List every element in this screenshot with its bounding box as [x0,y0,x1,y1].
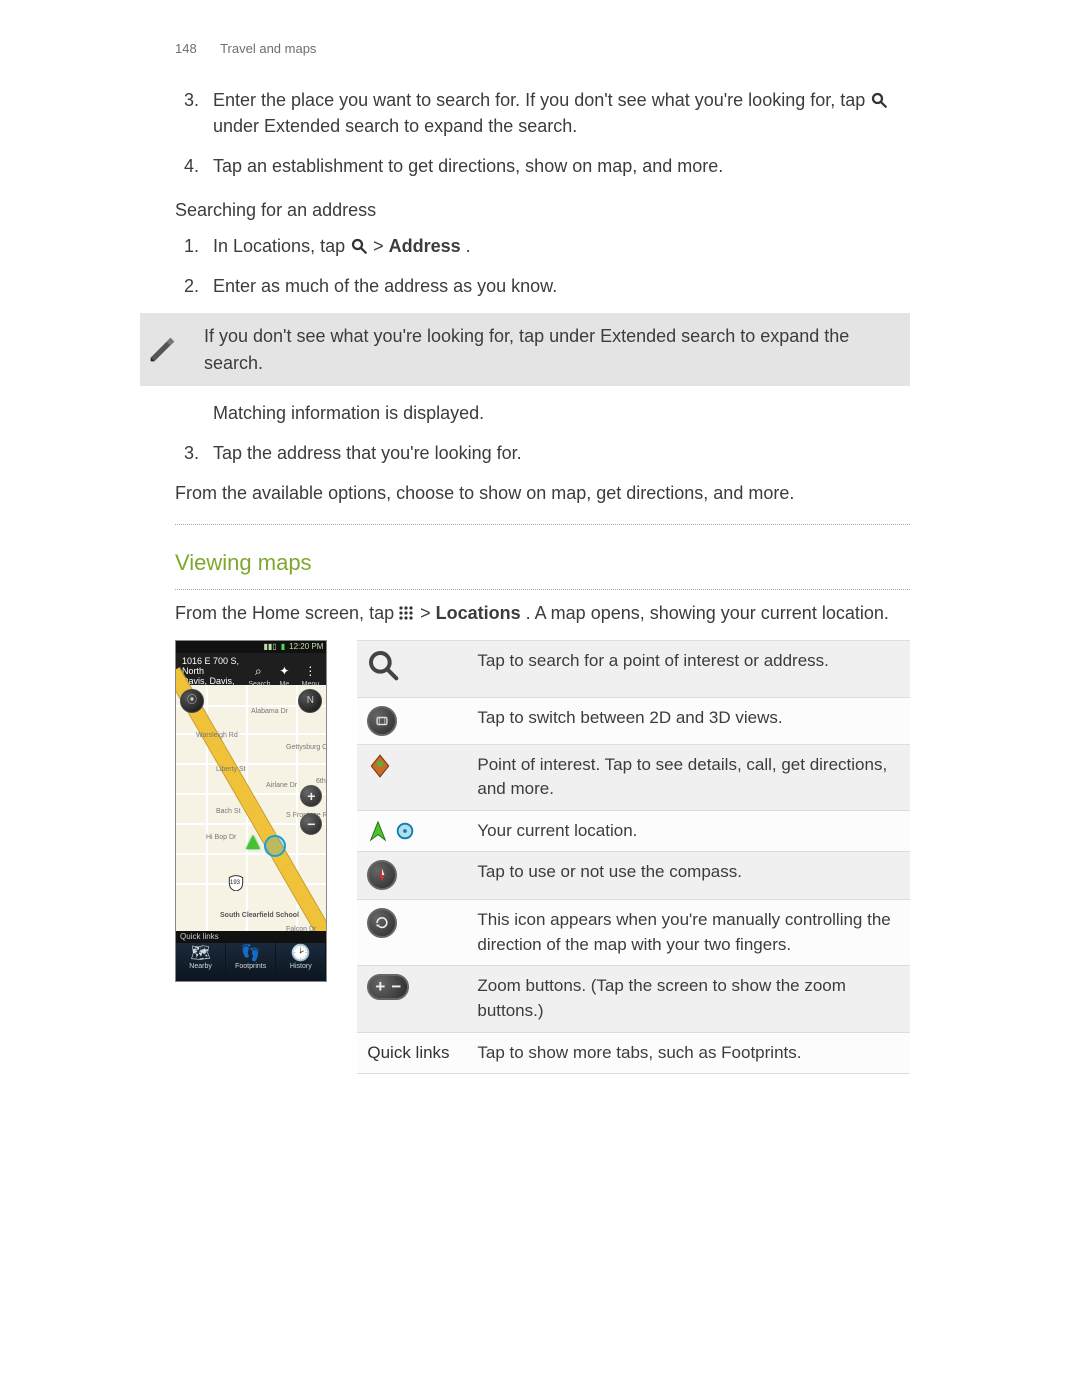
location-ring-icon [264,835,286,857]
compass-button[interactable]: N [298,689,322,713]
zoom-in-button[interactable]: + [300,785,322,807]
phone-status-bar: ▮▮▯ ▮ 12:20 PM [176,641,326,653]
subheading: Searching for an address [175,197,910,223]
compass-icon [367,860,397,890]
street-label: Alabama Dr [251,707,288,717]
phone-quick-links-bar[interactable]: Quick links [176,931,326,943]
pencil-icon [140,335,184,365]
divider [175,524,910,525]
poi-label: South Clearfield School [220,911,299,921]
step-text: Tap the address that you're looking for. [213,440,910,466]
nearby-icon: 🗺 [176,946,225,962]
table-row: This icon appears when you're manually c… [357,900,910,966]
legend-desc: Point of interest. Tap to see details, c… [467,744,910,810]
table-row: Tap to search for a point of interest or… [357,640,910,697]
step-number: 2. [175,273,199,299]
legend-desc: Zoom buttons. (Tap the screen to show th… [467,966,910,1032]
search-icon [367,649,399,681]
legend-icon-cell [357,697,467,744]
street-label: Gettysburg Cir [286,743,327,753]
legend-icon-cell [357,852,467,900]
legend-desc: Your current location. [467,810,910,852]
section-heading: Viewing maps [175,547,910,579]
steps-continued: 3. Enter the place you want to search fo… [175,87,910,179]
zoom-out-button[interactable]: − [300,813,322,835]
street-label: 6th St [316,777,327,787]
legend-desc: Tap to search for a point of interest or… [467,640,910,697]
step-text: Enter the place you want to search for. … [213,87,910,139]
street-label: Bach St [216,807,241,817]
step-text: Tap an establishment to get directions, … [213,153,910,179]
step-number: 4. [175,153,199,179]
app-grid-icon [399,606,415,622]
route-shield-label: 193 [230,879,240,888]
manual-page: 148 Travel and maps 3. Enter the place y… [0,0,1080,1397]
steps-address: 1. In Locations, tap > Address . 2. Ente… [175,233,910,299]
search-icon [350,237,368,255]
legend-icon-cell: Quick links [357,1032,467,1074]
table-row: Tap to switch between 2D and 3D views. [357,697,910,744]
history-icon: 🕑 [276,946,325,962]
location-ring-icon [394,820,416,842]
phone-clock: 12:20 PM [289,641,323,653]
poi-pin-icon[interactable]: ◆ [326,885,327,905]
legend-desc: Tap to switch between 2D and 3D views. [467,697,910,744]
step-number: 3. [175,440,199,466]
step-text: Enter as much of the address as you know… [213,273,910,299]
legend-desc: Tap to use or not use the compass. [467,852,910,900]
search-icon: ⌕ [248,663,268,680]
map-overview: ▮▮▯ ▮ 12:20 PM 1016 E 700 S, North Davis… [175,640,910,1074]
table-row: Quick links Tap to show more tabs, such … [357,1032,910,1074]
location-arrow-icon [367,820,389,842]
tab-history[interactable]: 🕑History [276,943,326,981]
search-icon [870,91,888,109]
tip-note-text: If you don't see what you're looking for… [204,323,896,375]
tip-note: If you don't see what you're looking for… [140,313,910,385]
step-number: 1. [175,233,199,259]
legend-icon-cell [357,640,467,697]
manual-rotate-icon [367,908,397,938]
tab-footprints[interactable]: 👣Footprints [226,943,276,981]
step-number: 3. [175,87,199,139]
footprints-icon: 👣 [226,946,275,962]
phone-tabs: 🗺Nearby 👣Footprints 🕑History [176,943,326,981]
viewing-intro: From the Home screen, tap > Locations . … [175,600,910,626]
table-row: Your current location. [357,810,910,852]
table-row: Point of interest. Tap to see details, c… [357,744,910,810]
legend-desc: This icon appears when you're manually c… [467,900,910,966]
quick-links-label: Quick links [367,1043,449,1062]
street-label: Hi Bop Dr [206,833,236,843]
steps-address-cont: Matching information is displayed. 3. Ta… [175,400,910,466]
view-2d3d-button[interactable]: ⦿ [180,689,204,713]
step-text: Matching information is displayed. [213,400,910,426]
battery-icon: ▮ [281,641,285,653]
compass-icon: ✦ [274,663,294,680]
legend-icon-cell: +− [357,966,467,1032]
poi-pin-icon [367,753,393,779]
legend-icon-cell [357,900,467,966]
map-legend-table: Tap to search for a point of interest or… [357,640,910,1074]
signal-icon: ▮▮▯ [264,641,277,653]
table-row: +− Zoom buttons. (Tap the screen to show… [357,966,910,1032]
street-label: Airlane Dr [266,781,297,791]
legend-desc: Tap to show more tabs, such as Footprint… [467,1032,910,1074]
closing-para: From the available options, choose to sh… [175,480,910,506]
street-label: Liberty St [216,765,246,775]
legend-icon-cell [357,810,467,852]
phone-screenshot: ▮▮▯ ▮ 12:20 PM 1016 E 700 S, North Davis… [175,640,327,982]
tab-nearby[interactable]: 🗺Nearby [176,943,226,981]
menu-icon: ⋮ [300,663,320,680]
section-name: Travel and maps [220,41,316,56]
phone-map-canvas[interactable]: Alabama Dr Warsleigh Rd Gettysburg Cir L… [176,685,326,931]
page-number: 148 [175,41,197,56]
zoom-buttons-icon: +− [367,974,409,1000]
location-arrow-icon [246,835,260,849]
street-label: Warsleigh Rd [196,731,238,741]
page-header: 148 Travel and maps [175,40,910,59]
step-text: In Locations, tap > Address . [213,233,910,259]
view-2d3d-icon [367,706,397,736]
divider [175,589,910,590]
legend-icon-cell [357,744,467,810]
table-row: Tap to use or not use the compass. [357,852,910,900]
